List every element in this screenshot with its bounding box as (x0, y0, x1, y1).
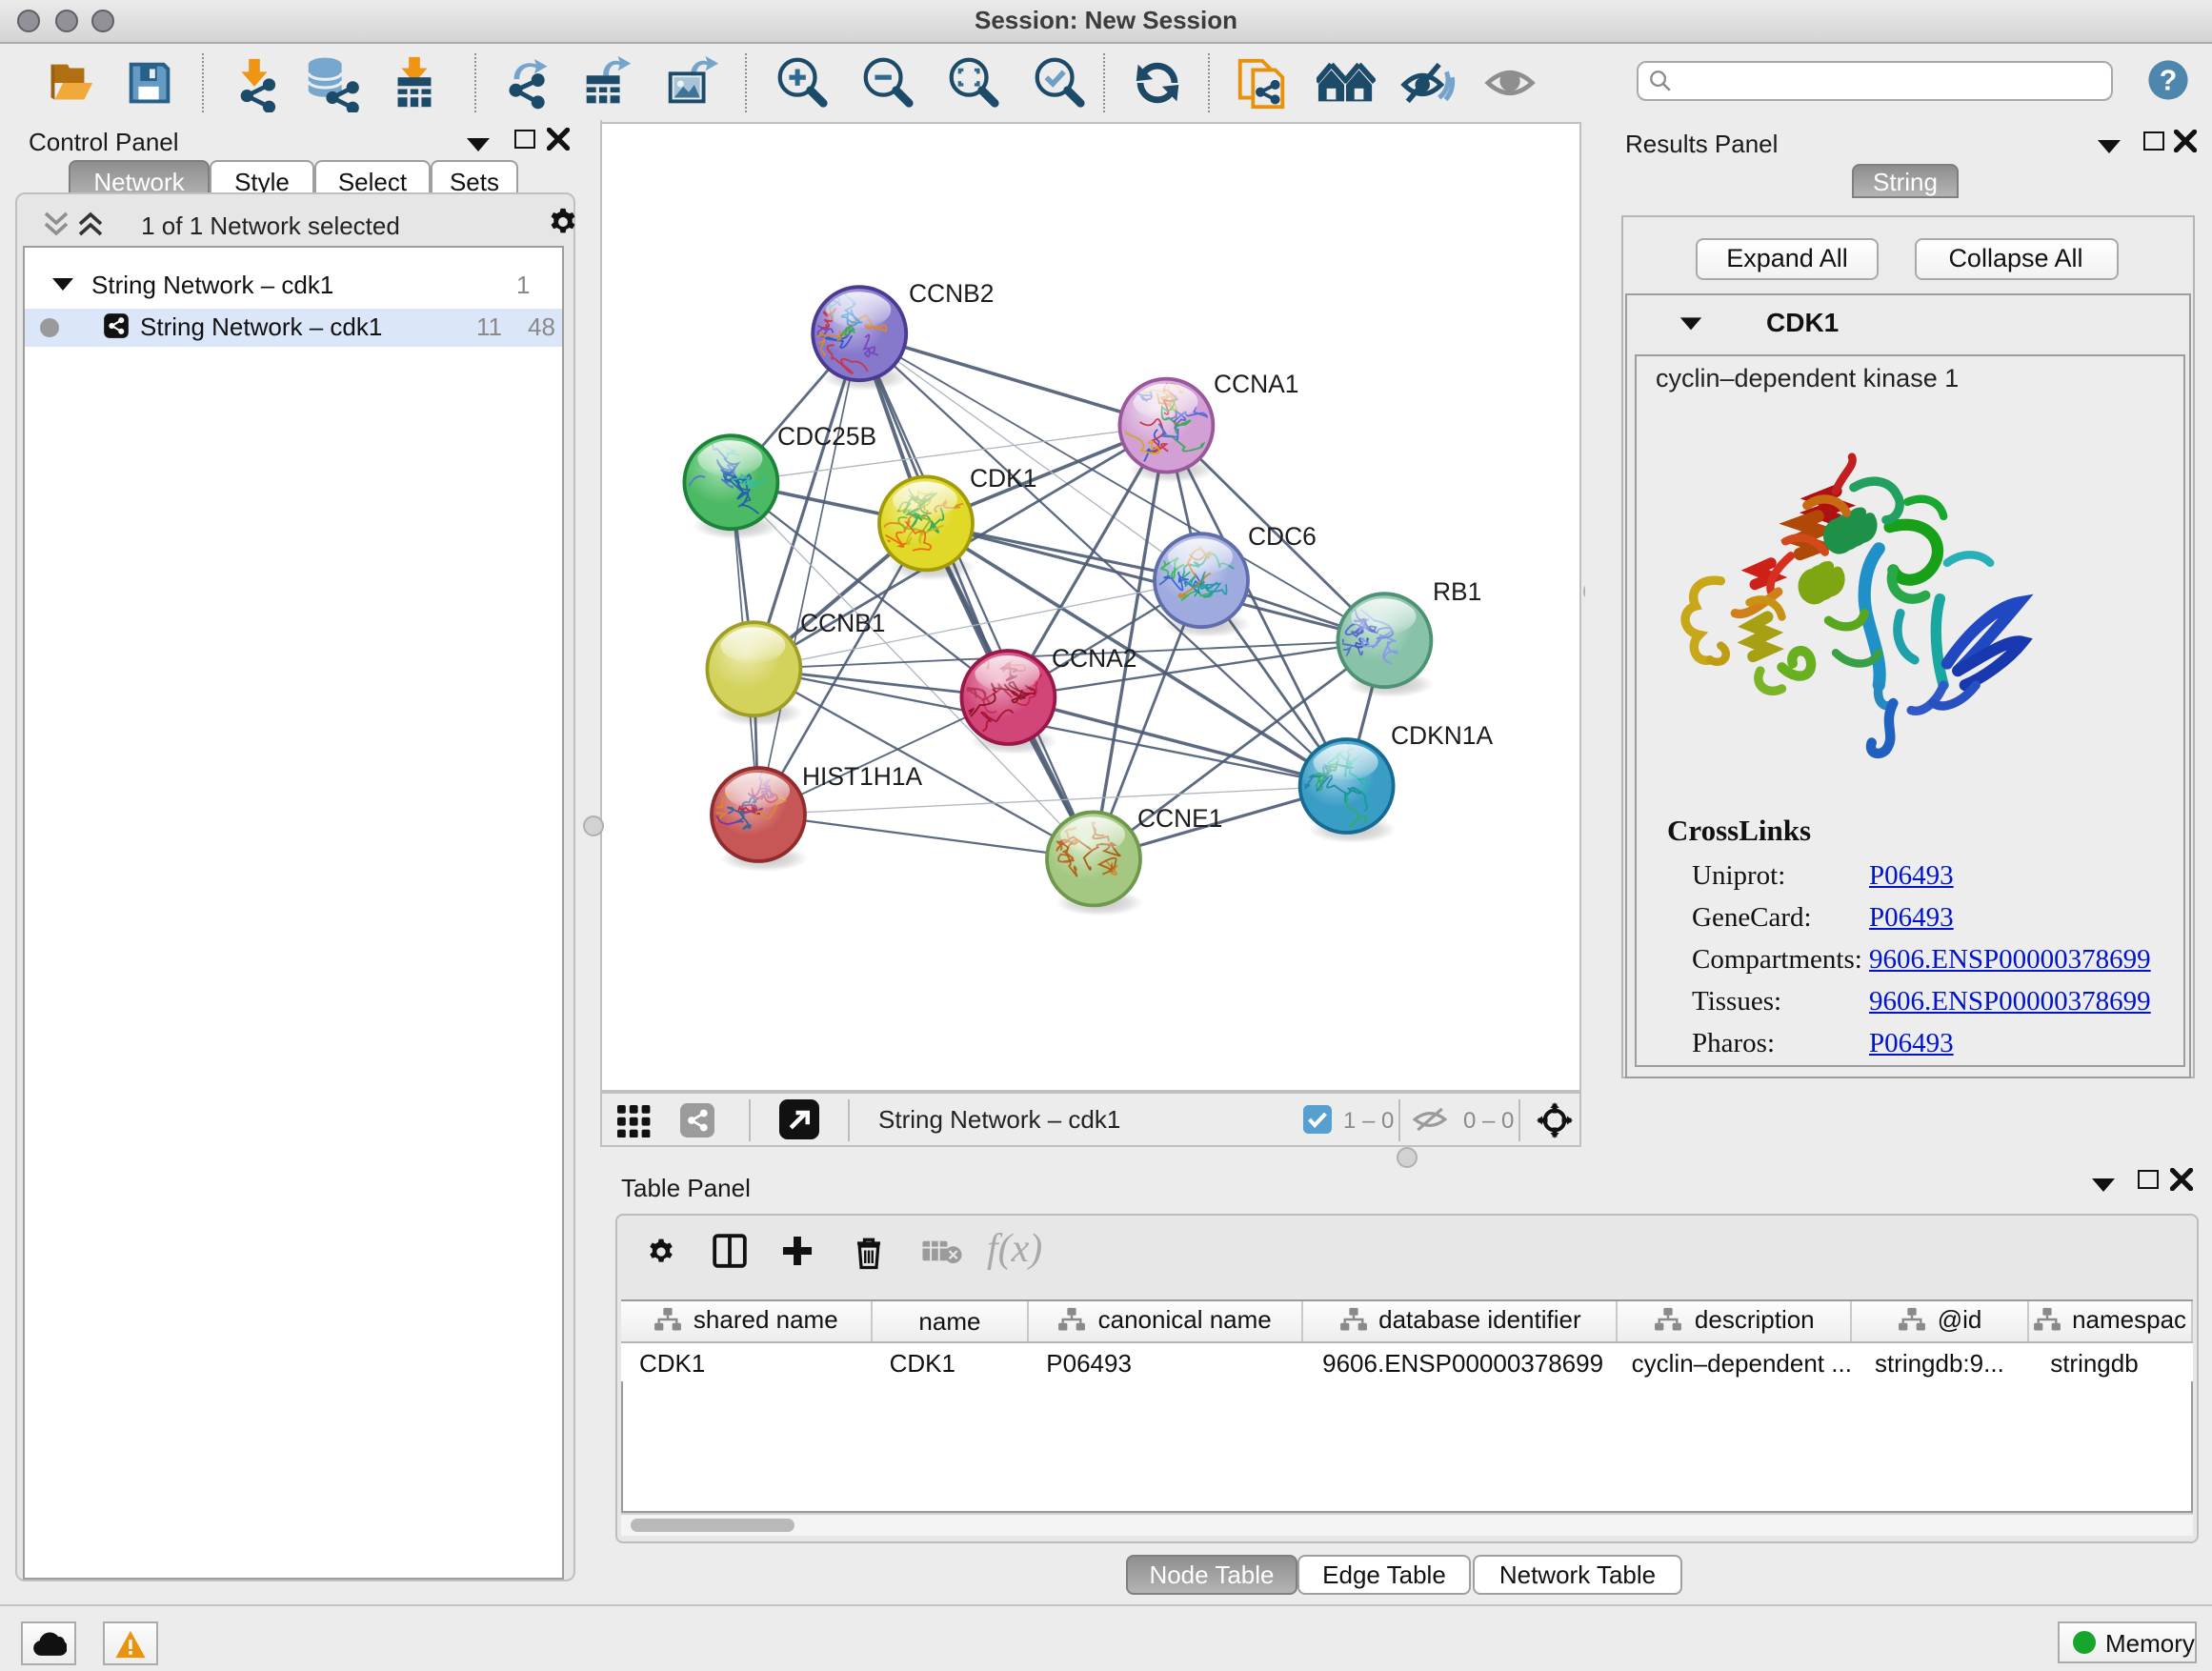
svg-text:HIST1H1A: HIST1H1A (802, 761, 923, 790)
svg-text:CDC6: CDC6 (1248, 521, 1317, 550)
svg-text:CCNE1: CCNE1 (1137, 803, 1222, 832)
svg-text:CCNA1: CCNA1 (1214, 369, 1298, 397)
svg-text:CDKN1A: CDKN1A (1391, 720, 1493, 749)
svg-text:CCNA2: CCNA2 (1052, 643, 1136, 672)
svg-text:CCNB2: CCNB2 (909, 278, 994, 307)
svg-text:CCNB1: CCNB1 (800, 608, 885, 636)
svg-text:CDC25B: CDC25B (777, 421, 876, 450)
svg-text:?: ? (2160, 65, 2177, 96)
svg-text:CDK1: CDK1 (970, 463, 1036, 492)
svg-text:RB1: RB1 (1433, 576, 1481, 605)
